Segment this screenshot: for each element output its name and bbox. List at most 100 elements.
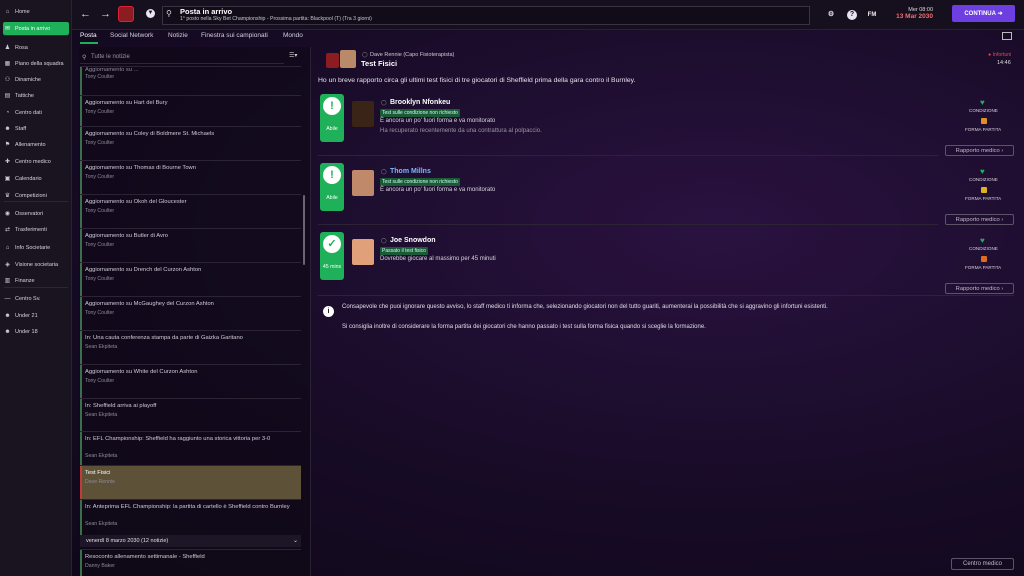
message-sender[interactable]: Dave Rennie (Capo Fisioterapista) (370, 52, 454, 58)
form-label: FORMA PARTITA (965, 265, 1002, 270)
list-item[interactable]: Aggiornamento su Butler di Avro Tony Coul… (80, 228, 301, 262)
match-form-icon (981, 118, 987, 124)
screen-icon[interactable] (1002, 32, 1012, 40)
item-marker (80, 195, 82, 228)
medical-report-button[interactable]: Rapporto medico › (945, 145, 1014, 156)
sidebar-item-training[interactable]: ⚑ Allenamento (3, 138, 69, 151)
list-item[interactable]: Resoconto allenamento settimanale - Shef… (80, 549, 301, 576)
sidebar-item-label: Posta in arrivo (15, 25, 51, 32)
list-item[interactable]: Aggiornamento su Hart del Bury Tony Coult… (80, 95, 301, 126)
tab-posta[interactable]: Posta (80, 32, 97, 39)
sidebar-item-finances[interactable]: ▥ Finanze (3, 274, 69, 287)
list-item[interactable]: In: Anteprima EFL Championship: la parti… (80, 499, 301, 535)
back-arrow-icon[interactable]: ← (80, 8, 91, 20)
player-name[interactable]: Thom Millns (390, 168, 431, 175)
category-tag: ● Infortuni (988, 52, 1011, 58)
tab-mondo[interactable]: Mondo (283, 32, 303, 39)
item-title: Aggiornamento su Thomas di Bourne Town (85, 165, 196, 171)
divider (318, 295, 1014, 296)
player-name[interactable]: Brooklyn Nfonkeu (390, 99, 450, 106)
item-marker (80, 67, 82, 95)
item-sender: Sean Ekpiteta (85, 453, 118, 459)
fm-logo[interactable]: FM (867, 10, 877, 20)
alert-icon: ! (323, 97, 341, 115)
item-title: In: Anteprima EFL Championship: la parti… (85, 504, 290, 510)
tab-notizie[interactable]: Notizie (168, 32, 188, 39)
item-title: Aggiornamento su Butler di Avro (85, 233, 169, 239)
club-crest[interactable] (118, 6, 134, 22)
chevron-down-icon[interactable]: ⌄ (293, 537, 298, 544)
list-item[interactable]: Aggiornamento su Coley di Boldmere St. M… (80, 126, 301, 160)
list-item[interactable]: In: EFL Championship: Sheffield ha raggi… (80, 431, 301, 465)
continue-button[interactable]: CONTINUA ➜ (952, 5, 1015, 22)
player-photo[interactable] (352, 170, 374, 196)
forward-arrow-icon[interactable]: → (100, 8, 111, 20)
sidebar-item-club-info[interactable]: ⌂ Info Societarie (3, 241, 69, 254)
sidebar-item-home[interactable]: ⌂ Home (3, 5, 69, 18)
list-item[interactable]: Aggiornamento su Okoh del Gloucester Tony… (80, 194, 301, 228)
list-item[interactable]: In: Una cauta conferenza stampa da parte… (80, 330, 301, 364)
club-info-icon: ⌂ (5, 244, 10, 251)
club-dropdown-icon[interactable]: ▼ (146, 9, 155, 18)
medical-centre-button[interactable]: Centro medico (951, 558, 1014, 570)
sidebar-item-plan[interactable]: ▦ Piano della squadra (3, 57, 69, 70)
item-sender: Tony Coulter (85, 109, 115, 115)
sidebar-item-staff[interactable]: ☻ Staff (3, 122, 69, 135)
staff-icon: ☻ (4, 125, 11, 132)
item-sender: Tony Coulter (85, 378, 115, 384)
tactics-shortcut-icon[interactable]: ⚙ (826, 10, 836, 20)
medical-report-button[interactable]: Rapporto medico › (945, 283, 1014, 294)
list-item[interactable]: Aggiornamento su White del Curzon Ashton… (80, 364, 301, 398)
sidebar-item-mail[interactable]: ✉ Posta in arrivo (3, 22, 69, 35)
fitness-status: 45 mins (322, 264, 342, 270)
sidebar-item-u18[interactable]: ☻ Under 18 (3, 325, 69, 338)
sidebar-item-scouting[interactable]: ◉ Osservatori (3, 207, 69, 220)
player-history: Ha recuperato recentemente da una contra… (380, 128, 542, 134)
sidebar-item-label: Piano della squadra (15, 60, 64, 67)
tab-finestra-sui-campionati[interactable]: Finestra sui campionati (201, 32, 268, 39)
player-photo[interactable] (352, 239, 374, 265)
vision-icon: ◈ (5, 262, 10, 268)
list-item[interactable]: Test Fisici Dave Rennie (80, 465, 301, 499)
list-item[interactable]: Aggiornamento su McGaughey del Curzon As… (80, 296, 301, 330)
person-icon: ◯ (381, 238, 387, 244)
sidebar-item-dynamics[interactable]: ⚇ Dinamiche (3, 73, 69, 86)
help-icon[interactable]: ? (847, 10, 857, 20)
player-note: Dovrebbe giocare al massimo per 45 minut… (380, 256, 496, 262)
sidebar-item-transfers[interactable]: ⇄ Trasferimenti (3, 223, 69, 236)
sidebar-item-calendar[interactable]: ▣ Calendario (3, 172, 69, 185)
list-item[interactable]: Aggiornamento su Thomas di Bourne Town To… (80, 160, 301, 194)
medical-report-button[interactable]: Rapporto medico › (945, 214, 1014, 225)
item-title: Aggiornamento su Okoh del Gloucester (85, 199, 187, 205)
list-item[interactable]: Aggiornamento su Drench del Curzon Ashto… (80, 262, 301, 296)
list-scrollbar[interactable] (303, 195, 305, 265)
player-status-tag: Passato il test fisico (380, 247, 428, 255)
item-title: Aggiornamento su McGaughey del Curzon As… (85, 301, 214, 307)
active-tab-indicator (80, 42, 98, 44)
sidebar-item-vision[interactable]: ◈ Visione societaria (3, 258, 69, 271)
list-item[interactable]: Aggiornamento su ... Tony Coulter (80, 66, 301, 95)
player-photo[interactable] (352, 101, 374, 127)
list-item[interactable]: In: Sheffield arriva ai playoff Sean Ekpi… (80, 398, 301, 431)
item-title: In: Sheffield arriva ai playoff (85, 403, 157, 409)
sidebar-item-data[interactable]: ◔ Centro dati (3, 106, 69, 119)
sidebar-item-label: Rosa (15, 44, 28, 51)
date-group-header[interactable]: venerdì 8 marzo 2030 (12 notizie) (80, 535, 301, 547)
player-name[interactable]: Joe Snowdon (390, 237, 436, 244)
sidebar-item-development[interactable]: — Centro Sv. (3, 292, 69, 305)
sidebar-item-label: Centro Sv. (15, 295, 41, 302)
sidebar-item-squad[interactable]: ♟ Rosa (3, 41, 69, 54)
item-sender: Danny Baker (85, 563, 115, 569)
item-sender: Tony Coulter (85, 208, 115, 214)
tab-social-network[interactable]: Social Network (110, 32, 153, 39)
item-sender: Sean Ekpiteta (85, 412, 118, 418)
sidebar-item-label: Centro medico (15, 158, 51, 165)
message-intro: Ho un breve rapporto circa gli ultimi te… (318, 77, 636, 84)
sidebar-item-medical[interactable]: ✚ Centro medico (3, 155, 69, 168)
sidebar-item-tactics[interactable]: ▤ Tattiche (3, 89, 69, 102)
sort-menu-icon[interactable]: ☰▾ (289, 52, 297, 59)
divider (318, 224, 938, 225)
sidebar-item-u21[interactable]: ☻ Under 21 (3, 309, 69, 322)
sidebar-item-label: Finanze (15, 277, 35, 284)
sidebar-item-label: Centro dati (15, 109, 42, 116)
